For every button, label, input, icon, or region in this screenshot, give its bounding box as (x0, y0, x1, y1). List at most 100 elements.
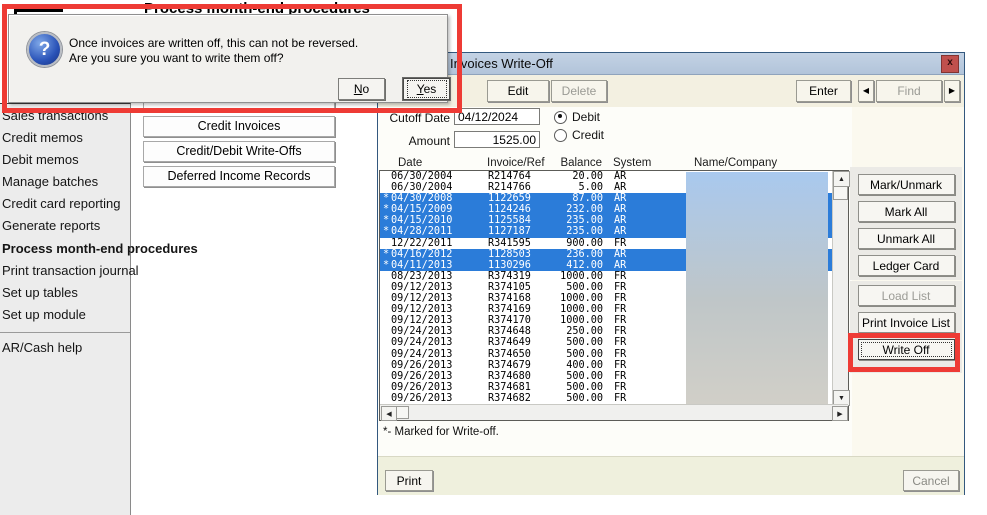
question-icon: ? (27, 32, 62, 67)
date-cell: 06/30/2004 (391, 182, 452, 193)
vertical-scrollbar[interactable]: ▲ ▼ (832, 171, 848, 404)
task-button-credit-invoices[interactable]: Credit Invoices (143, 116, 335, 137)
date-cell: 09/24/2013 (391, 337, 452, 348)
sidebar-item-set-up-module[interactable]: Set up module (0, 304, 130, 326)
date-cell: 04/15/2009 (391, 204, 452, 215)
find-button[interactable]: Find (876, 80, 942, 102)
balance-cell: 1000.00 (520, 315, 603, 326)
balance-cell: 500.00 (520, 393, 603, 404)
system-cell: FR (614, 238, 626, 249)
task-button-deferred-income-records[interactable]: Deferred Income Records (143, 166, 335, 187)
sidebar-item-set-up-tables[interactable]: Set up tables (0, 282, 130, 304)
mark-cell: * (383, 226, 389, 237)
load-list-button[interactable]: Load List (858, 285, 955, 306)
sidebar-item-sales-transactions[interactable]: Sales transactions (0, 105, 130, 127)
find-previous-icon[interactable]: ◀ (858, 80, 874, 102)
radio-selected-icon[interactable] (554, 111, 567, 124)
date-cell: 08/23/2013 (391, 271, 452, 282)
cancel-button[interactable]: Cancel (903, 470, 959, 491)
balance-cell: 412.00 (520, 260, 603, 271)
balance-cell: 1000.00 (520, 304, 603, 315)
mark-unmark-button[interactable]: Mark/Unmark (858, 174, 955, 195)
print-button[interactable]: Print (385, 470, 433, 491)
invoices-writeoff-window: Invoices Write-Off x Enter Edit Delete ◀… (377, 52, 965, 495)
horizontal-scrollbar[interactable]: ◀ ▶ (380, 404, 848, 420)
date-cell: 12/22/2011 (391, 238, 452, 249)
credit-radio-label: Credit (572, 128, 604, 142)
close-icon[interactable]: x (941, 55, 959, 73)
task-button-credit-debit-write-offs[interactable]: Credit/Debit Write-Offs (143, 141, 335, 162)
ledger-card-button[interactable]: Ledger Card (858, 255, 955, 276)
sidebar-item-ar-cash-help[interactable]: AR/Cash help (0, 337, 130, 359)
column-header-name-company: Name/Company (694, 157, 777, 169)
mark-cell: * (383, 193, 389, 204)
system-cell: AR (614, 249, 626, 260)
enter-button[interactable]: Enter (796, 80, 851, 102)
dialog-message: Once invoices are written off, this can … (69, 36, 358, 66)
column-header-system: System (613, 157, 651, 169)
balance-cell: 232.00 (520, 204, 603, 215)
cutoff-date-input[interactable] (454, 108, 540, 125)
print-invoice-list-button[interactable]: Print Invoice List (858, 312, 955, 333)
balance-cell: 500.00 (520, 371, 603, 382)
sidebar-item-manage-batches[interactable]: Manage batches (0, 171, 130, 193)
sidebar-item-process-month-end-procedures[interactable]: Process month-end procedures (0, 237, 130, 260)
vertical-scrollbar-thumb[interactable] (833, 186, 848, 200)
sidebar-divider (0, 332, 130, 333)
sidebar-item-print-transaction-journal[interactable]: Print transaction journal (0, 260, 130, 282)
sidebar-item-credit-card-reporting[interactable]: Credit card reporting (0, 193, 130, 215)
mark-cell: * (383, 204, 389, 215)
balance-cell: 500.00 (520, 382, 603, 393)
date-cell: 09/24/2013 (391, 326, 452, 337)
no-button[interactable]: No (338, 78, 385, 100)
date-cell: 04/11/2013 (391, 260, 452, 271)
sidebar-item-debit-memos[interactable]: Debit memos (0, 149, 130, 171)
balance-cell: 250.00 (520, 326, 603, 337)
system-cell: FR (614, 315, 626, 326)
unmark-all-button[interactable]: Unmark All (858, 228, 955, 249)
date-cell: 06/30/2004 (391, 171, 452, 182)
mark-cell: * (383, 260, 389, 271)
balance-cell: 900.00 (520, 238, 603, 249)
system-cell: FR (614, 282, 626, 293)
dialog-message-line2: Are you sure you want to write them off? (69, 51, 358, 66)
date-cell: 09/26/2013 (391, 393, 452, 404)
system-cell: FR (614, 271, 626, 282)
invoice-list: 06/30/2004R21476420.00AR06/30/2004R21476… (379, 170, 849, 421)
find-next-icon[interactable]: ▶ (944, 80, 960, 102)
date-cell: 09/12/2013 (391, 315, 452, 326)
date-cell: 04/30/2008 (391, 193, 452, 204)
credit-radio[interactable]: Credit (554, 128, 604, 142)
balance-cell: 235.00 (520, 215, 603, 226)
column-header-balance: Balance (528, 157, 602, 169)
yes-button[interactable]: Yes (403, 78, 450, 100)
radio-unselected-icon[interactable] (554, 129, 567, 142)
mark-all-button[interactable]: Mark All (858, 201, 955, 222)
system-cell: FR (614, 360, 626, 371)
edit-button[interactable]: Edit (487, 80, 549, 102)
window-bottom-bar: Print Cancel (378, 456, 964, 495)
writeoff-actions-panel: Load List Print Invoice List Write Off (850, 281, 962, 373)
write-off-button[interactable]: Write Off (858, 339, 955, 360)
delete-button[interactable]: Delete (551, 80, 607, 102)
balance-cell: 1000.00 (520, 271, 603, 282)
balance-cell: 500.00 (520, 337, 603, 348)
scroll-right-icon[interactable]: ▶ (832, 406, 848, 421)
scroll-left-icon[interactable]: ◀ (381, 406, 397, 421)
screen: Process month-end procedures Sales trans… (0, 0, 987, 515)
sidebar-item-credit-memos[interactable]: Credit memos (0, 127, 130, 149)
mark-cell: * (383, 249, 389, 260)
sidebar-menu: Sales transactionsCredit memosDebit memo… (0, 103, 131, 515)
horizontal-scrollbar-thumb[interactable] (396, 406, 409, 419)
debit-radio[interactable]: Debit (554, 110, 600, 124)
system-cell: AR (614, 171, 626, 182)
name-company-redaction-overlay (686, 172, 828, 404)
sidebar-item-generate-reports[interactable]: Generate reports (0, 215, 130, 237)
scroll-up-icon[interactable]: ▲ (833, 171, 850, 187)
system-cell: FR (614, 382, 626, 393)
balance-cell: 87.00 (520, 193, 603, 204)
date-cell: 04/16/2012 (391, 249, 452, 260)
window-titlebar[interactable]: Invoices Write-Off x (378, 53, 964, 75)
cutoff-date-label: Cutoff Date (386, 111, 450, 125)
amount-input[interactable] (454, 131, 540, 148)
